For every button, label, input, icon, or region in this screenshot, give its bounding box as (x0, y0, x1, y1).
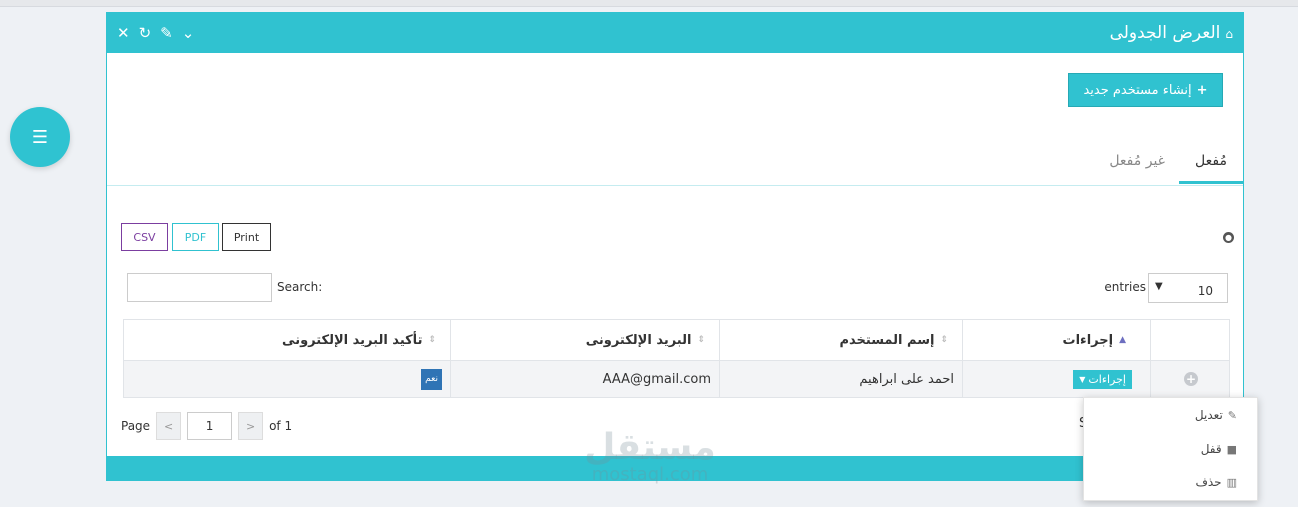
table-header-row: إجراءات ▲ إسم المستخدم ⇕ البريد الإلكترونى… (124, 320, 1229, 361)
panel-tools: ✕ ↻ ✎ ⌄ (117, 24, 194, 42)
pagination: Page < 1 > of 1 (121, 411, 292, 441)
confirmed-badge: نعم (421, 368, 442, 390)
row-username: احمد على ابراهيم (719, 361, 962, 397)
close-icon[interactable]: ✕ (117, 24, 130, 42)
tab-active-users[interactable]: مُفعل (1179, 153, 1243, 184)
panel-title: ⌂العرض الجدولى (1109, 23, 1233, 43)
prev-page-button[interactable]: < (156, 412, 182, 440)
next-page-button[interactable]: > (238, 412, 264, 440)
menu-item-lock[interactable]: ■قفل (1201, 442, 1237, 456)
export-csv-button[interactable]: CSV (121, 223, 168, 251)
lock-icon: ■ (1226, 443, 1237, 456)
row-actions-button[interactable]: ▼ إجراءات (1073, 369, 1132, 389)
plus-icon: + (1196, 82, 1208, 98)
page-number-input[interactable]: 1 (187, 412, 233, 440)
browser-top-edge (0, 0, 1298, 7)
row-expand-cell: + (1150, 361, 1231, 397)
users-table: إجراءات ▲ إسم المستخدم ⇕ البريد الإلكترونى… (123, 319, 1230, 398)
page-total-label: of 1 (269, 419, 293, 433)
page-label: Page (121, 419, 151, 433)
home-icon: ⌂ (1225, 27, 1233, 41)
tab-inactive-users[interactable]: غير مُفعل (1109, 153, 1165, 184)
header-expand (1150, 320, 1231, 360)
menu-item-edit[interactable]: ✎تعديل (1195, 408, 1237, 422)
header-email-confirmed[interactable]: تأكيد البريد الإلكترونى ⇕ (124, 320, 450, 360)
entries-label: entries (1104, 280, 1146, 294)
search-label: Search: (277, 280, 323, 294)
header-email[interactable]: البريد الإلكترونى ⇕ (450, 320, 719, 360)
panel-footer (107, 456, 1243, 480)
row-confirmed-cell: نعم (124, 361, 450, 397)
row-email: AAA@gmail.com (450, 361, 719, 397)
table-row: + ▼ إجراءات احمد على ابراهيم AAA@gmail.co… (124, 361, 1229, 397)
expand-row-icon[interactable]: + (1184, 372, 1198, 386)
menu-item-delete[interactable]: ▥حذف (1195, 475, 1237, 489)
sort-icon: ⇕ (697, 335, 705, 345)
panel-header: ⌂العرض الجدولى ✕ ↻ ✎ ⌄ (107, 13, 1243, 53)
search-input[interactable] (127, 273, 272, 302)
globe-icon[interactable]: ● (1223, 232, 1234, 243)
table-panel: ⌂العرض الجدولى ✕ ↻ ✎ ⌄ + إنشاء مستخدم جدي… (106, 12, 1244, 481)
chevron-down-icon: ▼ (1079, 374, 1086, 384)
header-username[interactable]: إسم المستخدم ⇕ (719, 320, 962, 360)
entries-select[interactable]: ▼ 10 (1148, 273, 1228, 303)
header-actions[interactable]: إجراءات ▲ (962, 320, 1150, 360)
wrench-icon[interactable]: ✎ (160, 24, 173, 42)
hamburger-icon: ☰ (31, 126, 49, 148)
chevron-down-icon[interactable]: ⌄ (182, 24, 195, 42)
menu-fab-button[interactable]: ☰ (10, 107, 70, 167)
refresh-icon[interactable]: ↻ (139, 24, 152, 42)
status-tabs: مُفعل غير مُفعل (107, 143, 1243, 186)
caret-down-icon: ▼ (1155, 281, 1163, 292)
sort-icon: ⇕ (428, 335, 436, 345)
row-actions-cell: ▼ إجراءات (962, 361, 1150, 397)
actions-dropdown-menu: ✎تعديل ■قفل ▥حذف (1083, 397, 1258, 501)
print-button[interactable]: Print (222, 223, 271, 251)
create-user-button[interactable]: + إنشاء مستخدم جديد (1068, 73, 1223, 107)
sort-icon: ⇕ (940, 335, 948, 345)
pencil-icon: ✎ (1227, 409, 1237, 422)
export-pdf-button[interactable]: PDF (172, 223, 219, 251)
trash-icon: ▥ (1226, 476, 1237, 489)
sort-asc-icon: ▲ (1119, 335, 1126, 345)
